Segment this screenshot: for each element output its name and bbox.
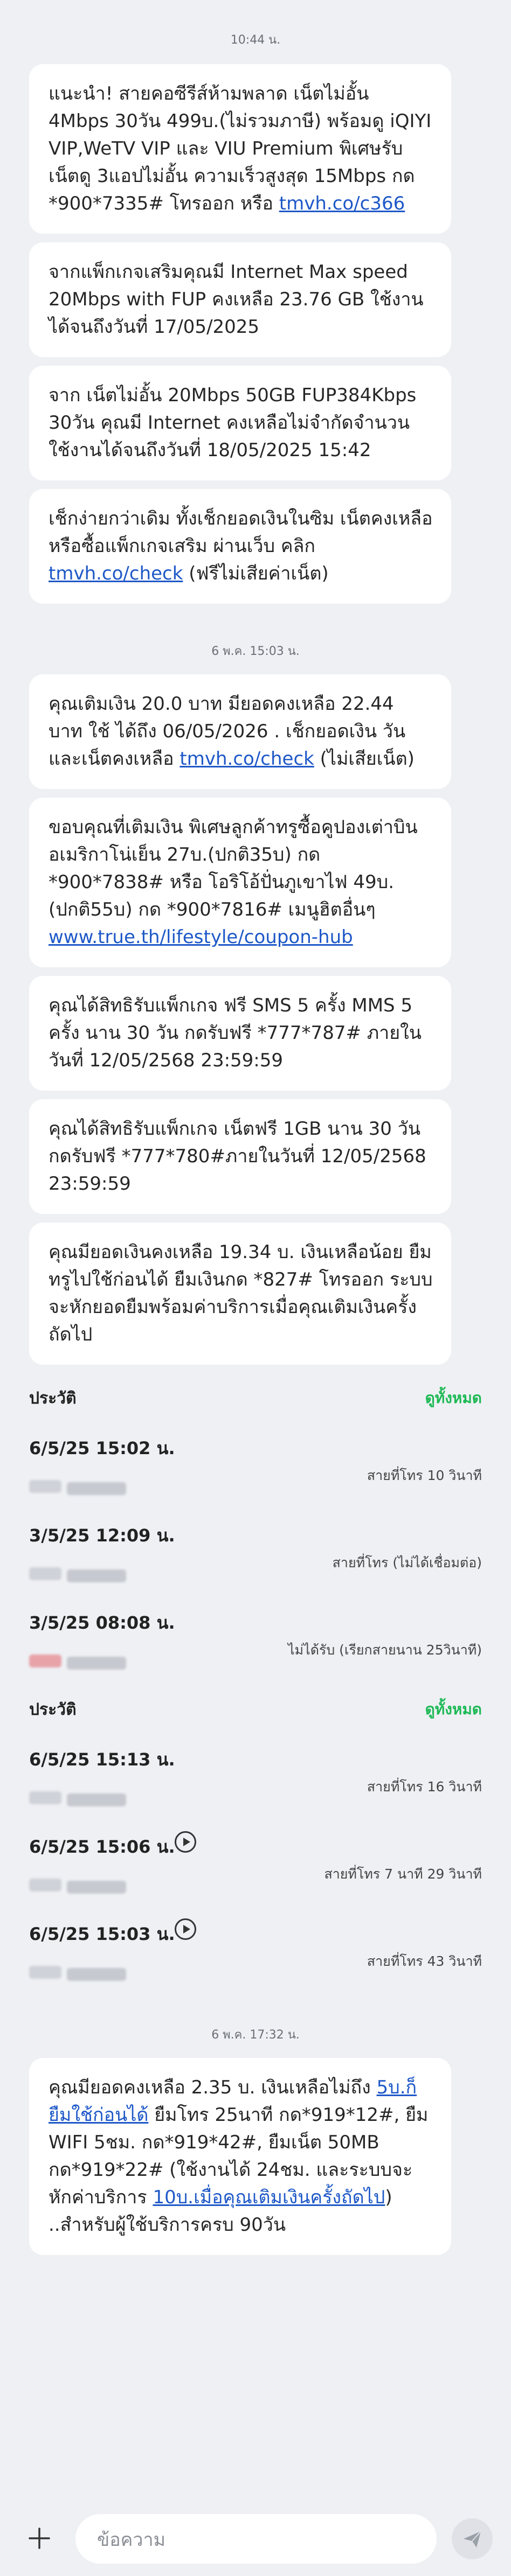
- call-time: 6/5/25 15:02 น.: [29, 1438, 175, 1458]
- call-history-row[interactable]: 3/5/25 12:09 น. สายที่โทร (ไม่ได้เชื่อมต่…: [29, 1510, 482, 1597]
- message-composer: ข้อความ: [0, 2499, 511, 2576]
- call-status: สายที่โทร 10 วินาที: [367, 1468, 482, 1483]
- send-icon[interactable]: [452, 2518, 493, 2559]
- message-link[interactable]: www.true.th/lifestyle/coupon-hub: [49, 926, 353, 948]
- message-bubble: คุณได้สิทธิรับแพ็กเกจ เน็ตฟรี 1GB นาน 30…: [29, 1099, 451, 1214]
- blurred-phone-number: [29, 1480, 132, 1496]
- blurred-phone-number: [29, 1879, 132, 1895]
- message-bubble: คุณเติมเงิน 20.0 บาท มียอดคงเหลือ 22.44 …: [29, 674, 451, 789]
- call-time: 6/5/25 15:03 น.: [29, 1924, 175, 1944]
- call-history-section: ประวัติ ดูทั้งหมด 6/5/25 15:13 น. สายที่โ…: [0, 1685, 511, 1996]
- call-history-title: ประวัติ: [29, 1388, 77, 1408]
- message-text: ขอบคุณที่เติมเงิน พิเศษลูกค้าทรูซื้อคูปอ…: [49, 816, 418, 920]
- message-text: คุณมียอดคงเหลือ 2.35 บ. เงินเหลือไม่ถึง: [49, 2077, 377, 2098]
- call-status: สายที่โทร 16 วินาที: [367, 1779, 482, 1795]
- message-input[interactable]: ข้อความ: [75, 2514, 437, 2564]
- message-text: คุณได้สิทธิรับแพ็กเกจ เน็ตฟรี 1GB นาน 30…: [49, 1118, 426, 1195]
- message-bubble: คุณได้สิทธิรับแพ็กเกจ ฟรี SMS 5 ครั้ง MM…: [29, 976, 451, 1091]
- message-text: คุณมียอดเงินคงเหลือ 19.34 บ. เงินเหลือน้…: [49, 1241, 433, 1345]
- blur-block: [67, 1881, 126, 1894]
- blur-block: [29, 1879, 61, 1891]
- call-history-header: ประวัติ ดูทั้งหมด: [29, 1373, 482, 1423]
- message-group: แนะนำ! สายคอซีรีส์ห้ามพลาด เน็ตไม่อั้น 4…: [0, 64, 511, 604]
- call-status: ไม่ได้รับ (เรียกสายนาน 25วินาที): [288, 1642, 482, 1658]
- message-bubble: จากแพ็กเกจเสริมคุณมี Internet Max speed …: [29, 242, 451, 357]
- blur-block: [29, 1567, 61, 1580]
- message-bubble: คุณมียอดคงเหลือ 2.35 บ. เงินเหลือไม่ถึง …: [29, 2058, 451, 2255]
- message-link[interactable]: tmvh.co/check: [49, 563, 183, 584]
- message-text: จาก เน็ตไม่อั้น 20Mbps 50GB FUP384Kbps 3…: [49, 385, 417, 461]
- message-bubble: แนะนำ! สายคอซีรีส์ห้ามพลาด เน็ตไม่อั้น 4…: [29, 64, 451, 234]
- blurred-phone-number: [29, 1966, 132, 1982]
- timestamp: 10:44 น.: [230, 33, 281, 47]
- call-history-row[interactable]: 6/5/25 15:03 น. สายที่โทร 43 วินาที: [29, 1909, 482, 1996]
- message-text: จากแพ็กเกจเสริมคุณมี Internet Max speed …: [49, 261, 424, 338]
- message-group: คุณเติมเงิน 20.0 บาท มียอดคงเหลือ 22.44 …: [0, 674, 511, 1365]
- call-history-row[interactable]: 6/5/25 15:06 น. สายที่โทร 7 นาที 29 วินาท…: [29, 1821, 482, 1909]
- play-icon[interactable]: [175, 1831, 196, 1853]
- call-history-title: ประวัติ: [29, 1700, 77, 1719]
- play-icon[interactable]: [175, 1918, 196, 1940]
- message-group: คุณมียอดคงเหลือ 2.35 บ. เงินเหลือไม่ถึง …: [0, 2058, 511, 2255]
- message-text: คุณได้สิทธิรับแพ็กเกจ ฟรี SMS 5 ครั้ง MM…: [49, 995, 422, 1071]
- blur-block: [29, 1791, 61, 1804]
- blur-block: [67, 1793, 126, 1806]
- see-all-link[interactable]: ดูทั้งหมด: [425, 1698, 482, 1721]
- blur-block: [67, 1968, 126, 1981]
- blur-block: [67, 1569, 126, 1582]
- blur-block: [67, 1657, 126, 1670]
- message-bubble: เช็กง่ายกว่าเดิม ทั้งเช็กยอดเงินในซิม เน…: [29, 489, 451, 604]
- call-history-header: ประวัติ ดูทั้งหมด: [29, 1685, 482, 1734]
- message-text: (ฟรีไม่เสียค่าเน็ต): [183, 563, 329, 584]
- message-link[interactable]: tmvh.co/c366: [279, 193, 405, 214]
- message-bubble: จาก เน็ตไม่อั้น 20Mbps 50GB FUP384Kbps 3…: [29, 366, 451, 480]
- timestamp: 6 พ.ค. 15:03 น.: [211, 645, 300, 658]
- call-history-row[interactable]: 6/5/25 15:02 น. สายที่โทร 10 วินาที: [29, 1423, 482, 1510]
- call-status: สายที่โทร 43 วินาที: [367, 1953, 482, 1969]
- timestamp: 6 พ.ค. 17:32 น.: [211, 2028, 300, 2042]
- blurred-phone-number: [29, 1567, 132, 1583]
- sms-thread: 10:44 น. แนะนำ! สายคอซีรีส์ห้ามพลาด เน็ต…: [0, 0, 511, 2255]
- call-history-row[interactable]: 3/5/25 08:08 น. ไม่ได้รับ (เรียกสายนาน 25…: [29, 1597, 482, 1685]
- blur-block: [29, 1654, 61, 1667]
- blur-block: [67, 1482, 126, 1495]
- call-history-row[interactable]: 6/5/25 15:13 น. สายที่โทร 16 วินาที: [29, 1734, 482, 1821]
- call-time: 6/5/25 15:13 น.: [29, 1749, 175, 1770]
- call-history-section: ประวัติ ดูทั้งหมด 6/5/25 15:02 น. สายที่โ…: [0, 1373, 511, 1685]
- message-bubble: ขอบคุณที่เติมเงิน พิเศษลูกค้าทรูซื้อคูปอ…: [29, 798, 451, 967]
- call-status: สายที่โทร (ไม่ได้เชื่อมต่อ): [332, 1555, 482, 1570]
- message-link[interactable]: 10บ.เมื่อคุณเติมเงินครั้งถัดไป: [153, 2187, 385, 2208]
- call-time: 3/5/25 12:09 น.: [29, 1525, 175, 1546]
- blurred-phone-number: [29, 1654, 132, 1671]
- blurred-phone-number: [29, 1791, 132, 1807]
- message-text: (ไม่เสียเน็ต): [314, 748, 415, 770]
- call-time: 3/5/25 08:08 น.: [29, 1612, 175, 1633]
- blur-block: [29, 1966, 61, 1979]
- plus-icon[interactable]: [20, 2519, 58, 2557]
- message-text: เช็กง่ายกว่าเดิม ทั้งเช็กยอดเงินในซิม เน…: [49, 508, 433, 557]
- call-status: สายที่โทร 7 นาที 29 วินาที: [324, 1866, 482, 1882]
- call-time: 6/5/25 15:06 น.: [29, 1837, 175, 1857]
- call-history-list: 6/5/25 15:13 น. สายที่โทร 16 วินาที 6/5/25…: [29, 1734, 482, 1996]
- message-bubble: คุณมียอดเงินคงเหลือ 19.34 บ. เงินเหลือน้…: [29, 1223, 451, 1365]
- blur-block: [29, 1480, 61, 1493]
- call-history-list: 6/5/25 15:02 น. สายที่โทร 10 วินาที 3/5/25…: [29, 1423, 482, 1685]
- message-link[interactable]: tmvh.co/check: [179, 748, 314, 770]
- see-all-link[interactable]: ดูทั้งหมด: [425, 1386, 482, 1410]
